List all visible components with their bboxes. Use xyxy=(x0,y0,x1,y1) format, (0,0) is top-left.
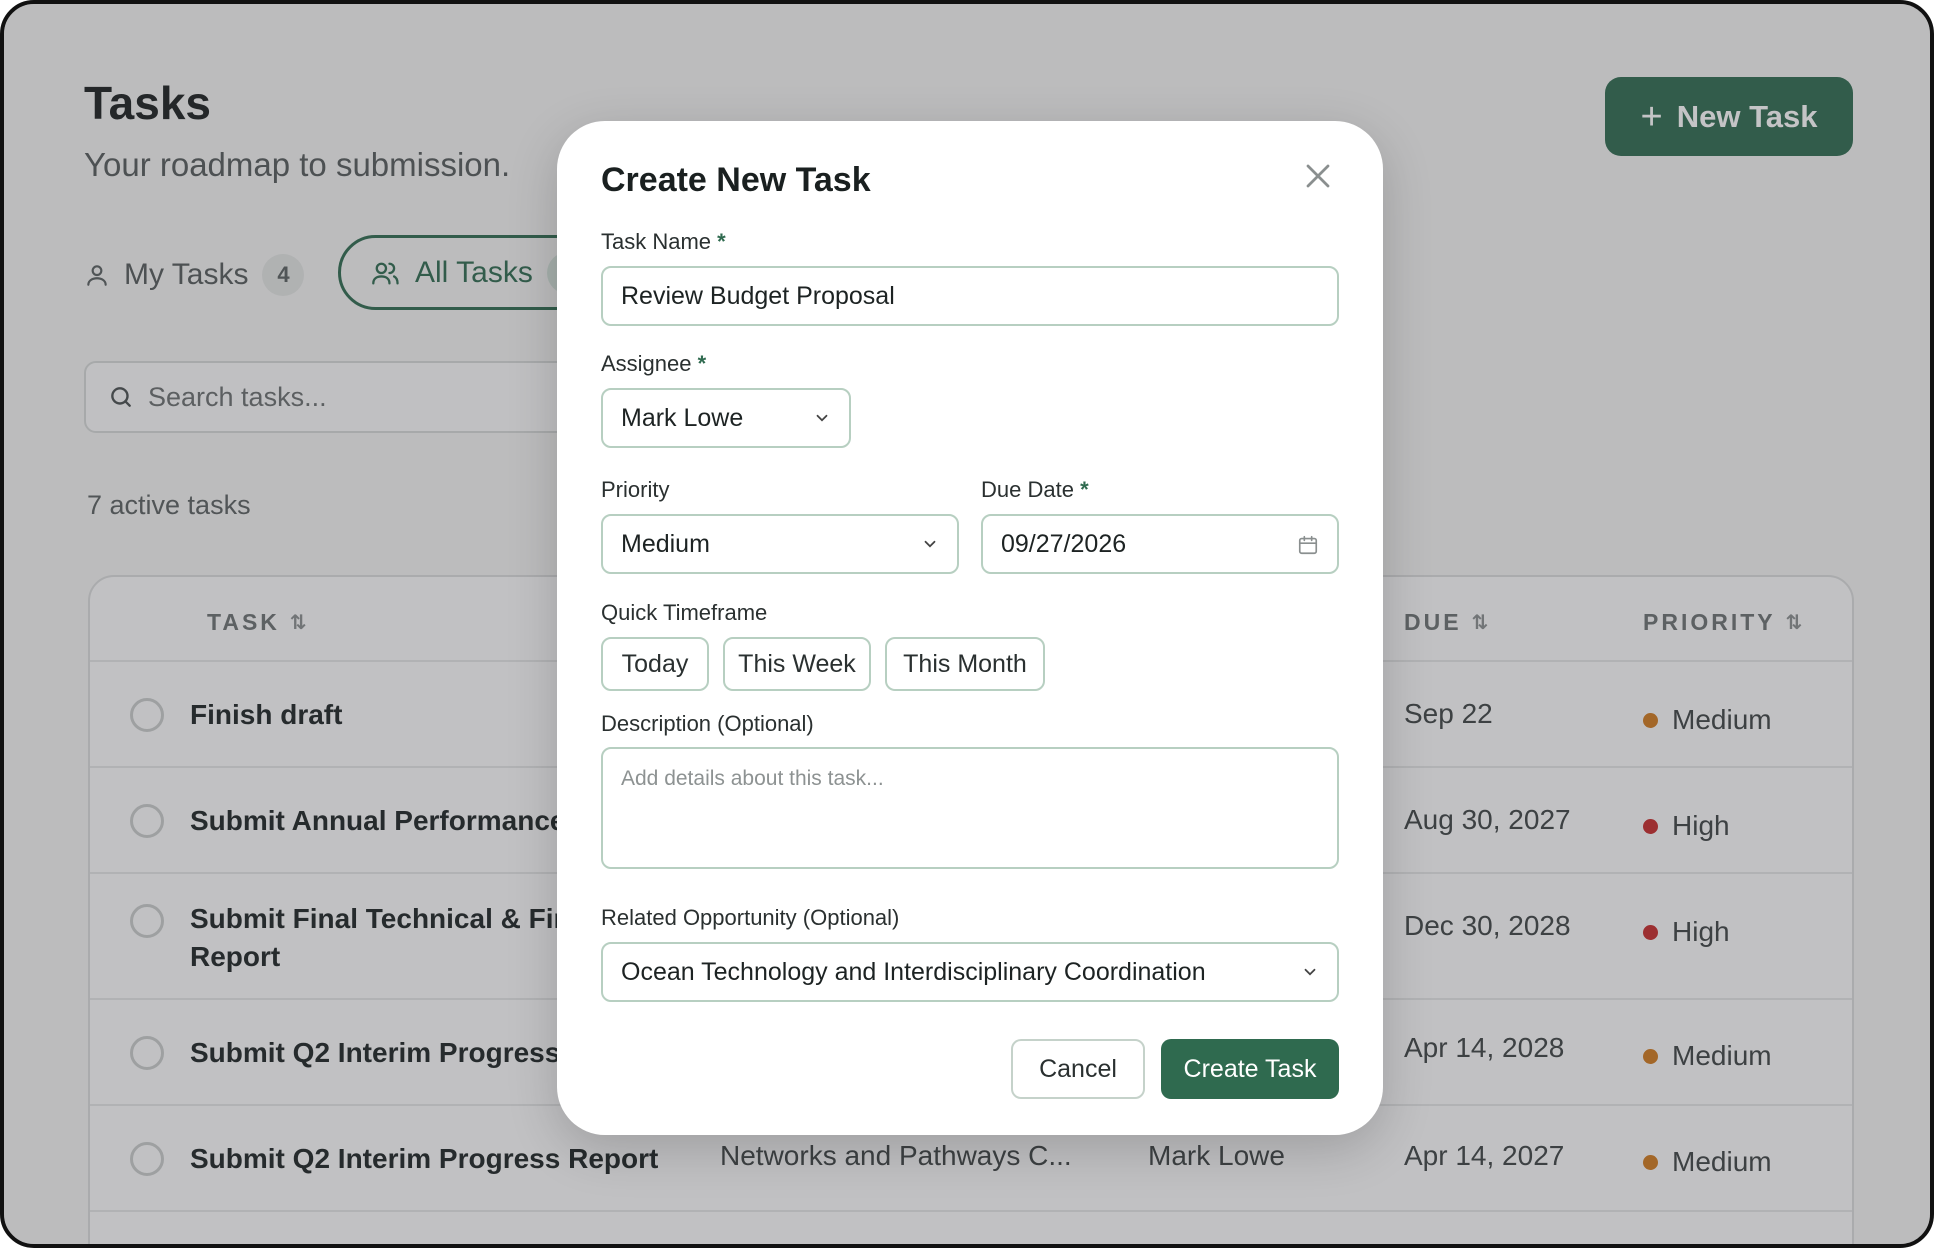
due-date-field[interactable] xyxy=(981,514,1339,574)
due-date-label-text: Due Date xyxy=(981,477,1074,502)
task-name-field[interactable] xyxy=(601,266,1339,326)
calendar-icon[interactable] xyxy=(1297,534,1319,556)
description-label: Description (Optional) xyxy=(601,711,814,736)
related-opportunity-value: Ocean Technology and Interdisciplinary C… xyxy=(621,957,1206,986)
create-task-button[interactable]: Create Task xyxy=(1161,1039,1339,1099)
timeframe-today-button[interactable]: Today xyxy=(601,637,709,691)
assignee-select[interactable]: Mark Lowe xyxy=(601,388,851,448)
chevron-down-icon xyxy=(924,540,936,548)
related-opportunity-label: Related Opportunity (Optional) xyxy=(601,905,900,930)
required-marker: * xyxy=(697,351,707,376)
close-icon[interactable] xyxy=(1303,161,1333,191)
timeframe-this-month-button[interactable]: This Month xyxy=(885,637,1045,691)
task-name-label: Task Name * xyxy=(601,229,726,255)
required-marker: * xyxy=(717,229,726,254)
app-window: Tasks Your roadmap to submission. + New … xyxy=(0,0,1934,1248)
priority-value: Medium xyxy=(621,529,710,558)
assignee-label-text: Assignee xyxy=(601,351,692,376)
cancel-button[interactable]: Cancel xyxy=(1011,1039,1145,1099)
quick-timeframe-label: Quick Timeframe xyxy=(601,600,768,625)
chevron-down-icon xyxy=(1304,968,1316,976)
due-date-label: Due Date * xyxy=(981,477,1089,503)
task-name-input[interactable] xyxy=(621,281,1319,311)
related-opportunity-select[interactable]: Ocean Technology and Interdisciplinary C… xyxy=(601,942,1339,1002)
timeframe-this-week-button[interactable]: This Week xyxy=(723,637,871,691)
priority-label: Priority xyxy=(601,477,670,502)
due-date-input[interactable] xyxy=(1001,529,1319,559)
priority-select[interactable]: Medium xyxy=(601,514,959,574)
task-name-label-text: Task Name xyxy=(601,229,712,254)
required-marker: * xyxy=(1080,477,1089,502)
create-task-modal: Create New Task Task Name * Assignee * M… xyxy=(557,121,1383,1135)
modal-title: Create New Task xyxy=(601,161,871,199)
assignee-value: Mark Lowe xyxy=(621,403,744,432)
assignee-label: Assignee * xyxy=(601,351,706,377)
chevron-down-icon xyxy=(816,414,828,422)
description-textarea[interactable] xyxy=(601,747,1339,869)
